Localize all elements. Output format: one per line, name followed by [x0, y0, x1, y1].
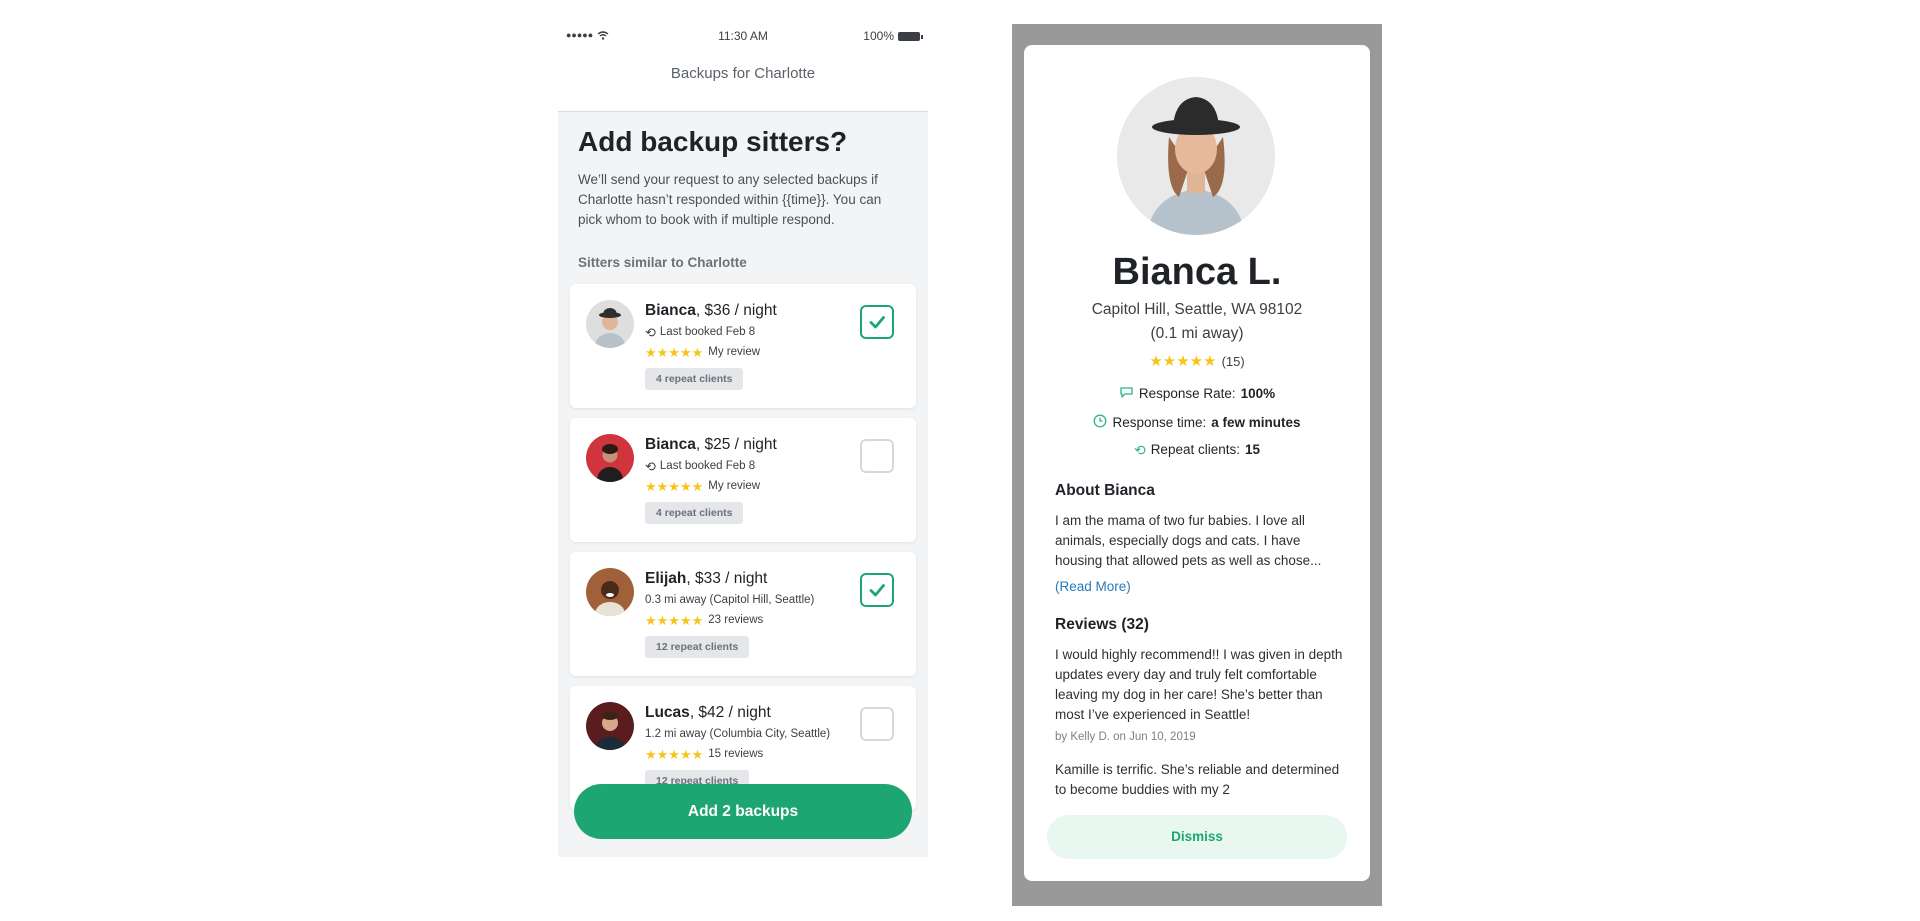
- read-more-link[interactable]: (Read More): [1055, 579, 1131, 594]
- backup-sitters-screen: ●●●●● 11:30 AM 100% Backups for Charlott…: [558, 24, 928, 857]
- review-text: Kamille is terrific. She’s reliable and …: [1055, 762, 1340, 797]
- sitter-name: Bianca: [645, 302, 696, 319]
- avatar: [586, 300, 634, 348]
- battery-indicator: 100%: [863, 29, 923, 43]
- response-rate-value: 100%: [1240, 386, 1276, 401]
- select-checkbox[interactable]: [860, 305, 894, 339]
- last-booked: ⟲ Last booked Feb 8: [645, 458, 845, 474]
- battery-icon: [898, 31, 923, 41]
- sitter-name: Bianca: [645, 436, 696, 453]
- review-count: (15): [1221, 354, 1245, 369]
- sitter-price: , $36 / night: [695, 302, 777, 319]
- sitter-info: Elijah, $33 / night 0.3 mi away (Capitol…: [645, 570, 845, 658]
- repeat-icon: ⟲: [1133, 441, 1146, 458]
- review-author: by Kelly D. on Jun 10, 2019: [1055, 731, 1196, 743]
- chat-icon: [1119, 386, 1134, 401]
- distance-text: 1.2 mi away (Columbia City, Seattle): [645, 728, 831, 740]
- distance: 0.3 mi away (Capitol Hill, Seattle): [645, 592, 845, 608]
- page-description: We’ll send your request to any selected …: [578, 172, 882, 227]
- battery-percent: 100%: [863, 29, 894, 43]
- profile-name: Bianca L.: [1112, 251, 1282, 293]
- sitter-info: Bianca, $36 / night ⟲ Last booked Feb 8 ★…: [645, 302, 845, 390]
- select-checkbox[interactable]: [860, 439, 894, 473]
- sitter-name: Lucas: [645, 704, 690, 721]
- add-backups-button[interactable]: Add 2 backups: [574, 784, 912, 839]
- sitter-info: Bianca, $25 / night ⟲ Last booked Feb 8 ★…: [645, 436, 845, 524]
- sitter-price: , $33 / night: [686, 570, 768, 587]
- star-rating: ★★★★★: [645, 344, 704, 360]
- rating-row: ★★★★★ My review: [645, 344, 845, 360]
- last-booked-text: Last booked Feb 8: [659, 460, 756, 472]
- response-rate-label: Response Rate:: [1138, 386, 1236, 401]
- sitter-name: Elijah: [645, 570, 687, 587]
- profile-rating: ★★★★★ (15): [1024, 354, 1370, 369]
- response-rate: Response Rate: 100%: [1024, 386, 1370, 401]
- response-time-label: Response time:: [1112, 414, 1207, 430]
- rating-text: 23 reviews: [708, 614, 764, 626]
- response-time: Response time: a few minutes: [1024, 414, 1370, 430]
- repeat-clients-badge: 4 repeat clients: [645, 368, 744, 390]
- profile-distance: (0.1 mi away): [1150, 325, 1244, 342]
- sitter-name-price: Bianca, $36 / night: [645, 302, 845, 320]
- distance: 1.2 mi away (Columbia City, Seattle): [645, 726, 845, 742]
- sitter-price: , $42 / night: [689, 704, 771, 721]
- repeat-clients: ⟲ Repeat clients: 15: [1024, 442, 1370, 457]
- repeat-clients-label: Repeat clients:: [1150, 442, 1240, 457]
- sitter-info: Lucas, $42 / night 1.2 mi away (Columbia…: [645, 704, 845, 792]
- response-time-value: a few minutes: [1211, 414, 1301, 430]
- section-label: Sitters similar to Charlotte: [578, 255, 747, 270]
- rating-text: My review: [708, 346, 761, 358]
- profile-photo: [1117, 77, 1275, 235]
- sitter-name-price: Lucas, $42 / night: [645, 704, 845, 722]
- profile-location: Capitol Hill, Seattle, WA 98102: [1091, 301, 1303, 318]
- nav-title: Backups for Charlotte: [670, 65, 816, 82]
- clock-icon: [1093, 414, 1107, 430]
- last-booked-text: Last booked Feb 8: [659, 326, 756, 338]
- about-text: I am the mama of two fur babies. I love …: [1055, 513, 1322, 568]
- repeat-clients-badge: 4 repeat clients: [645, 502, 744, 524]
- sitter-card[interactable]: Bianca, $36 / night ⟲ Last booked Feb 8 ★…: [570, 284, 916, 408]
- rating-row: ★★★★★ 23 reviews: [645, 612, 845, 628]
- rating-row: ★★★★★ 15 reviews: [645, 746, 845, 762]
- checkmark-icon: [869, 584, 885, 597]
- select-checkbox[interactable]: [860, 707, 894, 741]
- rating-row: ★★★★★ My review: [645, 478, 845, 494]
- sitter-card[interactable]: Elijah, $33 / night 0.3 mi away (Capitol…: [570, 552, 916, 676]
- avatar: [586, 434, 634, 482]
- dismiss-button[interactable]: Dismiss: [1047, 815, 1347, 859]
- sitter-name-price: Elijah, $33 / night: [645, 570, 845, 588]
- last-booked: ⟲ Last booked Feb 8: [645, 324, 845, 340]
- star-rating: ★★★★★: [645, 746, 704, 762]
- star-rating: ★★★★★: [1149, 353, 1217, 370]
- sitter-name-price: Bianca, $25 / night: [645, 436, 845, 454]
- repeat-clients-badge: 12 repeat clients: [645, 636, 750, 658]
- checkmark-icon: [869, 316, 885, 329]
- sitter-price: , $25 / night: [695, 436, 777, 453]
- distance-text: 0.3 mi away (Capitol Hill, Seattle): [645, 594, 815, 606]
- nav-bar: Backups for Charlotte: [558, 48, 928, 112]
- reviews-heading: Reviews (32): [1055, 616, 1149, 633]
- status-bar: ●●●●● 11:30 AM 100%: [558, 24, 928, 48]
- profile-sheet: Bianca L. Capitol Hill, Seattle, WA 9810…: [1024, 45, 1370, 881]
- avatar: [586, 568, 634, 616]
- star-rating: ★★★★★: [645, 478, 704, 494]
- repeat-icon: ⟲: [645, 458, 656, 474]
- review-text: I would highly recommend!! I was given i…: [1055, 647, 1343, 722]
- sitter-card[interactable]: Bianca, $25 / night ⟲ Last booked Feb 8 ★…: [570, 418, 916, 542]
- star-rating: ★★★★★: [645, 612, 704, 628]
- select-checkbox[interactable]: [860, 573, 894, 607]
- repeat-clients-value: 15: [1245, 442, 1261, 457]
- repeat-icon: ⟲: [645, 324, 656, 340]
- rating-text: My review: [708, 480, 761, 492]
- rating-text: 15 reviews: [708, 748, 764, 760]
- page-title: Add backup sitters?: [578, 126, 848, 157]
- avatar: [586, 702, 634, 750]
- about-heading: About Bianca: [1055, 482, 1155, 499]
- modal-backdrop[interactable]: Bianca L. Capitol Hill, Seattle, WA 9810…: [1012, 24, 1382, 906]
